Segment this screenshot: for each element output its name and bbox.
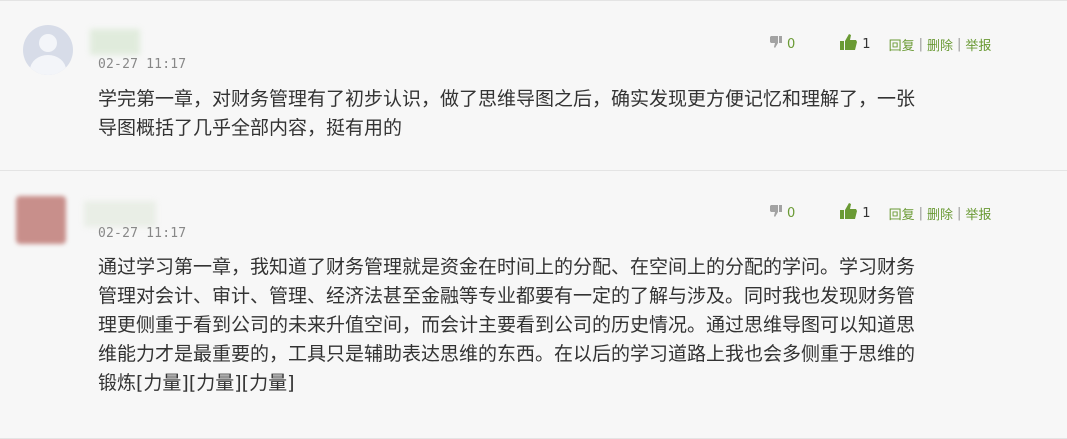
separator: | xyxy=(918,36,923,52)
comment-actions: 0 1 回复 | 删除 | 举报 xyxy=(768,33,991,55)
comment-line: 学完第一章，对财务管理有了初步认识，做了思维导图之后，确实发现更方便记忆和理解了… xyxy=(98,88,916,110)
like-button[interactable]: 1 xyxy=(839,202,871,224)
comment-item: 02-27 11:17 0 1 回复 | 删除 | 举报 通过学习第一章，我知道… xyxy=(0,171,1067,439)
comment-item: 02-27 11:17 0 1 回复 | 删除 | 举报 学完第一章，对财务管理… xyxy=(0,0,1067,171)
reply-link[interactable]: 回复 xyxy=(889,204,915,223)
comment-text: 通过学习第一章，我知道了财务管理就是资金在时间上的分配、在空间上的分配的学问。学… xyxy=(98,253,1038,398)
comment-line: 通过学习第一章，我知道了财务管理就是资金在时间上的分配、在空间上的分配的学问。学… xyxy=(98,256,916,278)
comment-links: 回复 | 删除 | 举报 xyxy=(889,35,992,54)
username-blurred[interactable] xyxy=(90,29,140,55)
separator: | xyxy=(956,205,962,221)
dislike-count: 0 xyxy=(787,205,796,221)
thumbs-up-icon xyxy=(839,202,859,224)
comment-line: 管理对会计、审计、管理、经济法甚至金融等专业都要有一定的了解与涉及。同时我也发现… xyxy=(98,285,916,307)
report-link[interactable]: 举报 xyxy=(965,204,991,223)
comment-actions: 0 1 回复 | 删除 | 举报 xyxy=(768,202,991,224)
dislike-count: 0 xyxy=(787,36,796,52)
reply-link[interactable]: 回复 xyxy=(889,35,915,54)
separator: | xyxy=(918,205,923,221)
comment-text: 学完第一章，对财务管理有了初步认识，做了思维导图之后，确实发现更方便记忆和理解了… xyxy=(98,85,1038,143)
separator: | xyxy=(956,36,962,52)
comment-links: 回复 | 删除 | 举报 xyxy=(889,204,992,223)
delete-link[interactable]: 删除 xyxy=(927,35,953,54)
like-count: 1 xyxy=(862,36,871,52)
thumbs-down-icon xyxy=(768,34,784,54)
comment-line: 理更侧重于看到公司的未来升值空间，而会计主要看到公司的历史情况。通过思维导图可以… xyxy=(98,314,916,336)
comment-date: 02-27 11:17 xyxy=(98,57,187,72)
comment-line: 锻炼[力量][力量][力量] xyxy=(98,372,295,394)
avatar[interactable] xyxy=(16,196,66,244)
comment-line: 维能力才是最重要的，工具只是辅助表达思维的东西。在以后的学习道路上我也会多侧重于… xyxy=(98,343,916,365)
dislike-button[interactable]: 0 xyxy=(768,34,795,54)
delete-link[interactable]: 删除 xyxy=(927,204,953,223)
avatar[interactable] xyxy=(23,25,73,75)
report-link[interactable]: 举报 xyxy=(965,35,991,54)
like-button[interactable]: 1 xyxy=(839,33,871,55)
comment-line: 导图概括了几乎全部内容，挺有用的 xyxy=(98,117,403,139)
like-count: 1 xyxy=(862,205,871,221)
username-blurred[interactable] xyxy=(84,201,156,227)
dislike-button[interactable]: 0 xyxy=(768,203,795,223)
thumbs-down-icon xyxy=(768,203,784,223)
thumbs-up-icon xyxy=(839,33,859,55)
comment-date: 02-27 11:17 xyxy=(98,226,187,241)
